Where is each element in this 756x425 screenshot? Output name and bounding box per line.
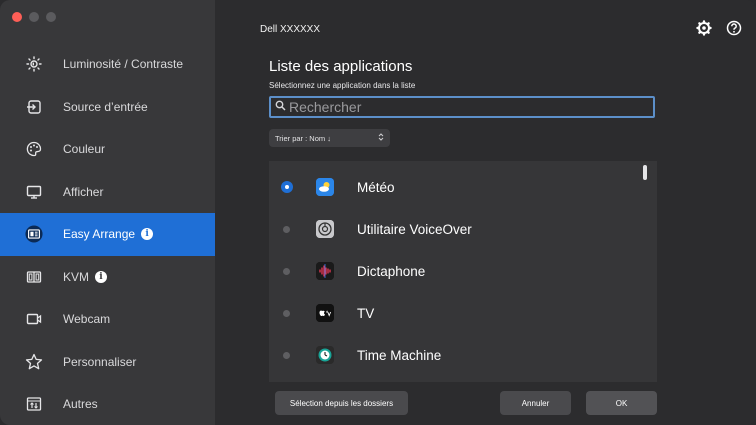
sidebar-item-webcam[interactable]: Webcam <box>0 298 215 341</box>
search-box[interactable] <box>269 96 655 118</box>
radio-unselected[interactable] <box>283 351 290 359</box>
select-from-folders-button[interactable]: Sélection depuis les dossiers <box>275 391 408 415</box>
zoom-window-button[interactable] <box>46 12 56 22</box>
header-actions <box>696 20 742 36</box>
app-name: Dictaphone <box>357 263 426 279</box>
sidebar-nav: Luminosité / Contraste Source d’entrée C… <box>0 43 215 425</box>
voice-memos-app-icon <box>316 262 334 280</box>
radio-selected[interactable] <box>281 181 293 193</box>
display-icon <box>25 183 43 201</box>
sidebar-item-label: Couleur <box>63 142 106 157</box>
app-name: Utilitaire VoiceOver <box>357 221 472 237</box>
chevron-updown-icon <box>378 132 384 144</box>
easy-arrange-icon <box>25 225 43 243</box>
search-input[interactable] <box>286 99 649 115</box>
kvm-icon <box>25 268 43 286</box>
list-item[interactable]: TV <box>269 292 649 334</box>
search-icon <box>275 98 286 116</box>
input-source-icon <box>25 98 43 116</box>
info-icon[interactable]: i <box>141 228 154 241</box>
monitor-name: Dell XXXXXX <box>260 24 321 35</box>
list-item[interactable]: Utilitaire VoiceOver <box>269 208 649 250</box>
sidebar-item-label: Webcam <box>63 312 111 327</box>
app-list: Météo Utilitaire VoiceOver Dictaphone TV… <box>269 161 657 382</box>
sidebar-item-label: Source d’entrée <box>63 99 148 114</box>
sidebar: Luminosité / Contraste Source d’entrée C… <box>0 0 215 425</box>
time-machine-app-icon <box>316 346 334 364</box>
gear-icon[interactable] <box>696 20 712 36</box>
sidebar-item-easy-arrange[interactable]: Easy Arrange i <box>0 213 215 256</box>
sort-dropdown[interactable]: Trier par : Nom ↓ <box>269 129 390 147</box>
voiceover-app-icon <box>316 220 334 238</box>
sidebar-item-display[interactable]: Afficher <box>0 171 215 214</box>
info-icon[interactable]: i <box>95 270 108 283</box>
sidebar-item-personalize[interactable]: Personnaliser <box>0 341 215 384</box>
list-item[interactable]: Time Machine <box>269 334 649 376</box>
ok-button[interactable]: OK <box>586 391 657 415</box>
window-controls <box>12 12 56 22</box>
sidebar-item-label: KVM i <box>63 270 108 284</box>
minimize-window-button[interactable] <box>29 12 39 22</box>
sidebar-item-others[interactable]: Autres <box>0 383 215 425</box>
color-icon <box>25 140 43 158</box>
radio-unselected[interactable] <box>283 309 290 317</box>
weather-app-icon <box>316 178 334 196</box>
others-icon <box>25 395 43 413</box>
list-item[interactable]: Météo <box>269 166 649 208</box>
sidebar-item-label: Easy Arrange i <box>63 227 154 241</box>
app-window: Luminosité / Contraste Source d’entrée C… <box>0 0 756 425</box>
sidebar-item-label: Afficher <box>63 184 104 199</box>
cancel-button[interactable]: Annuler <box>500 391 571 415</box>
radio-unselected[interactable] <box>283 225 290 233</box>
sidebar-item-label: Luminosité / Contraste <box>63 57 184 72</box>
app-name: TV <box>357 305 375 321</box>
radio-unselected[interactable] <box>283 267 290 275</box>
main-panel: Dell XXXXXX Liste des applications Sélec… <box>215 0 756 425</box>
page-subtitle: Sélectionnez une application dans la lis… <box>269 81 416 90</box>
close-window-button[interactable] <box>12 12 22 22</box>
sort-label: Trier par : Nom ↓ <box>275 133 331 143</box>
webcam-icon <box>25 310 43 328</box>
sidebar-item-color[interactable]: Couleur <box>0 128 215 171</box>
sidebar-item-input-source[interactable]: Source d’entrée <box>0 86 215 129</box>
app-name: Météo <box>357 179 395 195</box>
list-item[interactable]: Dictaphone <box>269 250 649 292</box>
brightness-icon <box>25 55 43 73</box>
sidebar-item-label: Autres <box>63 397 98 412</box>
sidebar-item-brightness[interactable]: Luminosité / Contraste <box>0 43 215 86</box>
app-name: Time Machine <box>357 347 442 363</box>
list-scrollbar[interactable] <box>643 165 647 180</box>
help-icon[interactable] <box>726 20 742 36</box>
page-title: Liste des applications <box>269 58 413 75</box>
star-icon <box>25 353 43 371</box>
tv-app-icon <box>316 304 334 322</box>
sidebar-item-label: Personnaliser <box>63 354 137 369</box>
sidebar-item-kvm[interactable]: KVM i <box>0 256 215 299</box>
